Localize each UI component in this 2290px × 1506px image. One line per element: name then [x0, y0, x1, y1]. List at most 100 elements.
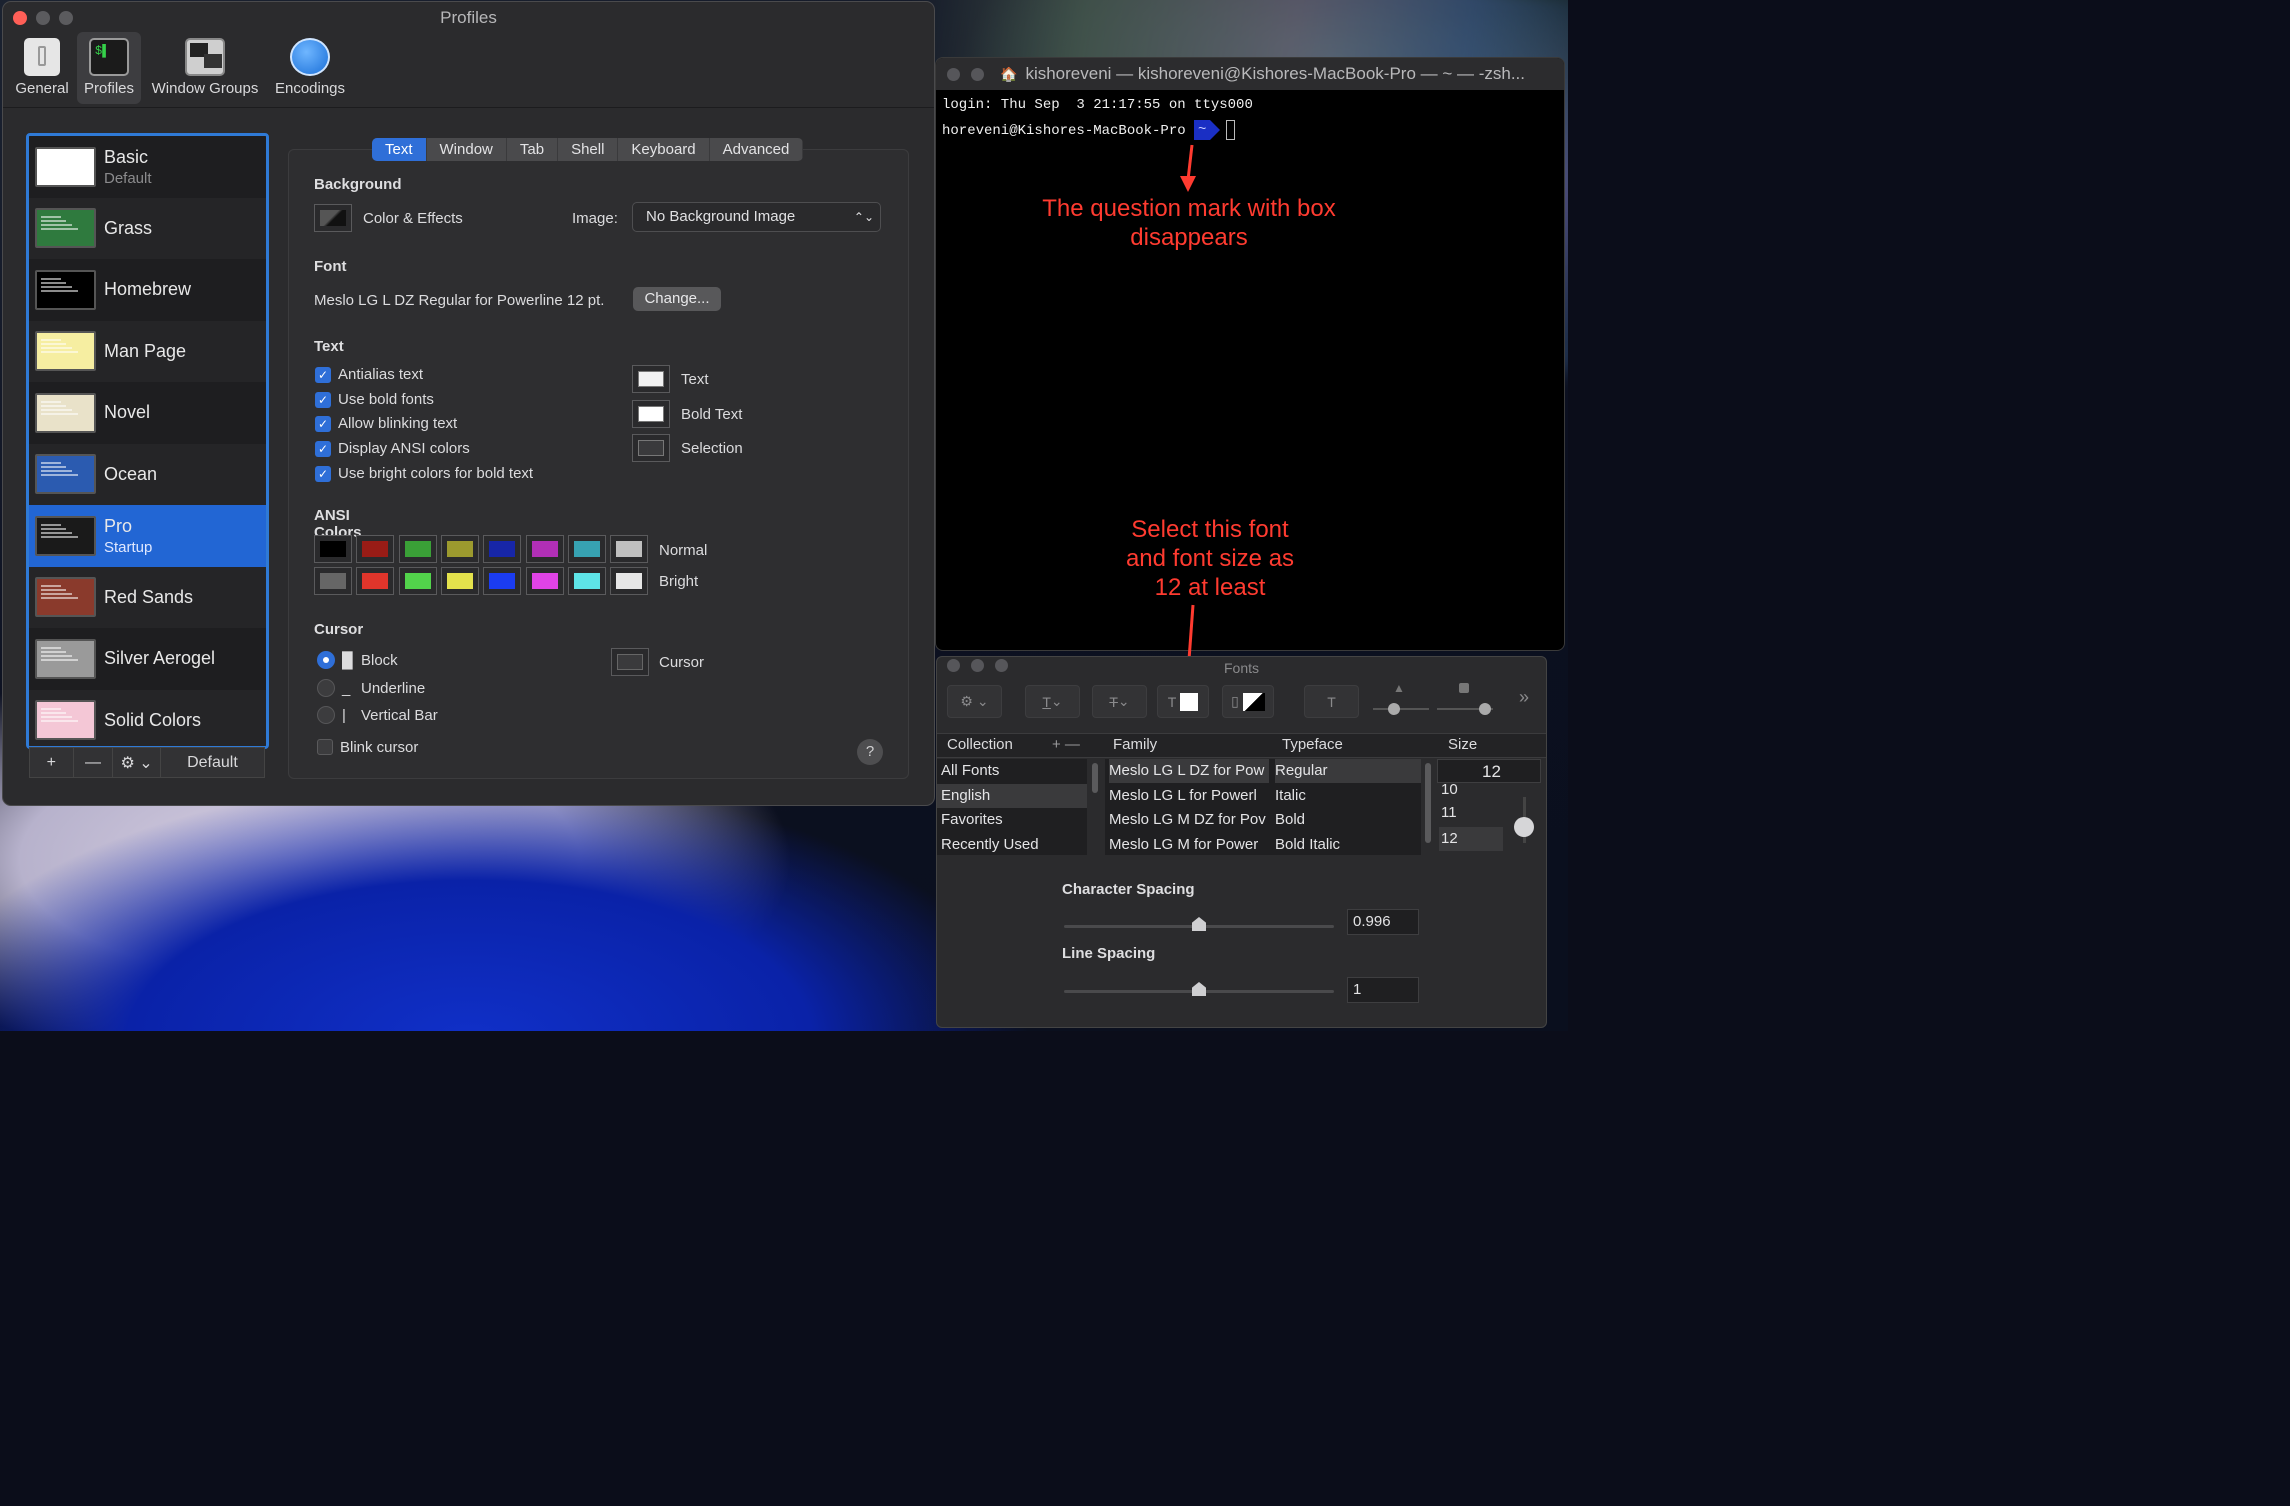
family-item[interactable]: Meslo LG L DZ for Pow: [1109, 759, 1269, 783]
profile-item[interactable]: Man Page: [29, 320, 266, 382]
collection-item[interactable]: English: [937, 783, 1087, 808]
underline-icon[interactable]: T ⌄: [1025, 685, 1080, 718]
add-profile-button[interactable]: +: [30, 748, 74, 777]
font-heading: Font: [314, 258, 347, 275]
size-item[interactable]: 12: [1439, 827, 1503, 851]
tab-tab[interactable]: Tab: [507, 138, 559, 161]
checkbox[interactable]: ✓: [315, 441, 331, 458]
toolbar-window-groups[interactable]: Window Groups: [145, 32, 265, 104]
checkbox[interactable]: ✓: [315, 367, 331, 383]
family-item[interactable]: Meslo LG L for Powerl: [1109, 784, 1269, 808]
checkbox[interactable]: ✓: [315, 465, 331, 482]
gear-menu-button[interactable]: ⚙ ⌄: [113, 748, 161, 777]
shadow-blur-slider[interactable]: [1437, 683, 1493, 715]
ansi-bright-color-well[interactable]: [610, 567, 649, 595]
ansi-bright-color-well[interactable]: [356, 567, 395, 595]
remove-profile-button[interactable]: —: [74, 748, 114, 777]
collection-item[interactable]: Recently Used: [937, 833, 1087, 857]
checkbox[interactable]: ✓: [315, 391, 331, 408]
profile-item[interactable]: Grass: [29, 197, 266, 259]
gear-icon[interactable]: ⚙ ⌄: [947, 685, 1002, 718]
collection-list[interactable]: All Fonts English Favorites Recently Used: [937, 759, 1087, 855]
color-well[interactable]: [632, 365, 670, 393]
size-input[interactable]: 12: [1437, 759, 1541, 783]
ansi-normal-color-well[interactable]: [398, 535, 437, 563]
text-shadow-icon[interactable]: T: [1304, 685, 1359, 718]
scrollbar[interactable]: [1092, 763, 1098, 793]
tab-shell[interactable]: Shell: [558, 138, 619, 161]
ansi-bright-color-well[interactable]: [440, 567, 479, 595]
tab-keyboard[interactable]: Keyboard: [618, 138, 710, 161]
profiles-window[interactable]: Profiles General $▌ Profiles Window Grou…: [2, 1, 935, 806]
family-item[interactable]: Meslo LG M DZ for Pov: [1109, 808, 1269, 832]
ansi-bright-color-well[interactable]: [567, 567, 606, 595]
profile-thumbnail: [35, 146, 96, 187]
profile-item[interactable]: Red Sands: [29, 566, 266, 628]
cursor-color-well[interactable]: [611, 648, 649, 676]
profile-list[interactable]: Basic Default Grass Homebrew Man Page Novel Oc…: [26, 133, 269, 749]
collection-item[interactable]: All Fonts: [937, 759, 1087, 783]
typeface-item[interactable]: Bold: [1275, 808, 1421, 832]
ansi-normal-color-well[interactable]: [314, 535, 352, 563]
blink-cursor-checkbox[interactable]: [317, 739, 333, 755]
chevron-right-icon[interactable]: »: [1519, 687, 1529, 708]
toolbar-encodings[interactable]: Encodings: [269, 32, 351, 104]
text-color-icon[interactable]: T: [1157, 685, 1209, 718]
fonts-panel[interactable]: Fonts ⚙ ⌄ T ⌄ T ⌄ T ▯ T ▲ » Collection +…: [936, 656, 1547, 1028]
toolbar-profiles[interactable]: $▌ Profiles: [77, 32, 141, 104]
scrollbar[interactable]: [1425, 763, 1431, 843]
help-button[interactable]: ?: [857, 739, 883, 765]
collection-add-icon[interactable]: + —: [1052, 736, 1080, 753]
profile-thumbnail: [35, 454, 96, 495]
color-well[interactable]: [632, 399, 670, 428]
ansi-normal-color-well[interactable]: [483, 535, 522, 563]
size-item[interactable]: 11: [1439, 801, 1503, 825]
tab-window[interactable]: Window: [427, 138, 507, 161]
ansi-bright-color-well[interactable]: [483, 567, 522, 595]
typeface-item[interactable]: Bold Italic: [1275, 833, 1421, 857]
ansi-normal-color-well[interactable]: [356, 535, 395, 563]
tab-text[interactable]: Text: [372, 138, 427, 161]
document-color-icon[interactable]: ▯: [1222, 685, 1274, 718]
cursor-radio[interactable]: [317, 706, 335, 724]
toolbar-general[interactable]: General: [11, 32, 73, 104]
size-header: Size: [1448, 736, 1478, 753]
background-image-select[interactable]: No Background Image ⌃⌄: [632, 202, 881, 232]
checkbox[interactable]: ✓: [315, 416, 331, 433]
ansi-normal-color-well[interactable]: [567, 535, 606, 563]
strikethrough-icon[interactable]: T ⌄: [1092, 685, 1147, 718]
ansi-normal-color-well[interactable]: [440, 535, 479, 563]
change-font-button[interactable]: Change...: [633, 287, 721, 311]
profile-item[interactable]: Homebrew: [29, 259, 266, 321]
cursor-radio[interactable]: [317, 678, 335, 697]
family-typeface-list[interactable]: Meslo LG L DZ for Pow Regular Meslo LG L f…: [1105, 759, 1421, 855]
size-slider[interactable]: [1514, 797, 1534, 843]
character-spacing-slider[interactable]: [1064, 917, 1334, 931]
family-item[interactable]: Meslo LG M for Power: [1109, 833, 1269, 857]
ansi-normal-color-well[interactable]: [525, 535, 564, 563]
default-button[interactable]: Default: [161, 748, 264, 777]
shadow-opacity-slider[interactable]: ▲: [1373, 681, 1429, 715]
ansi-bright-color-well[interactable]: [314, 567, 352, 595]
profile-item[interactable]: Ocean: [29, 443, 266, 505]
cursor-radio[interactable]: [317, 651, 335, 669]
profile-item[interactable]: Basic Default: [29, 136, 266, 198]
ansi-normal-color-well[interactable]: [610, 535, 649, 563]
ansi-bright-color-well[interactable]: [525, 567, 564, 595]
tab-advanced[interactable]: Advanced: [710, 138, 804, 161]
character-spacing-input[interactable]: 0.996: [1347, 909, 1419, 935]
color-well[interactable]: [632, 434, 670, 462]
typeface-item[interactable]: Regular: [1275, 759, 1421, 783]
profile-item[interactable]: Novel: [29, 382, 266, 444]
profile-item[interactable]: Pro Startup: [29, 505, 266, 567]
profile-item[interactable]: Solid Colors: [29, 689, 266, 746]
line-spacing-input[interactable]: 1: [1347, 977, 1419, 1003]
background-color-well[interactable]: [314, 204, 352, 232]
ansi-bright-color-well[interactable]: [398, 567, 437, 595]
terminal-icon: $▌: [89, 38, 129, 76]
collection-item[interactable]: Favorites: [937, 808, 1087, 832]
profile-item[interactable]: Silver Aerogel: [29, 628, 266, 690]
line-spacing-slider[interactable]: [1064, 982, 1334, 996]
size-item[interactable]: 10: [1439, 783, 1503, 797]
typeface-item[interactable]: Italic: [1275, 784, 1421, 808]
